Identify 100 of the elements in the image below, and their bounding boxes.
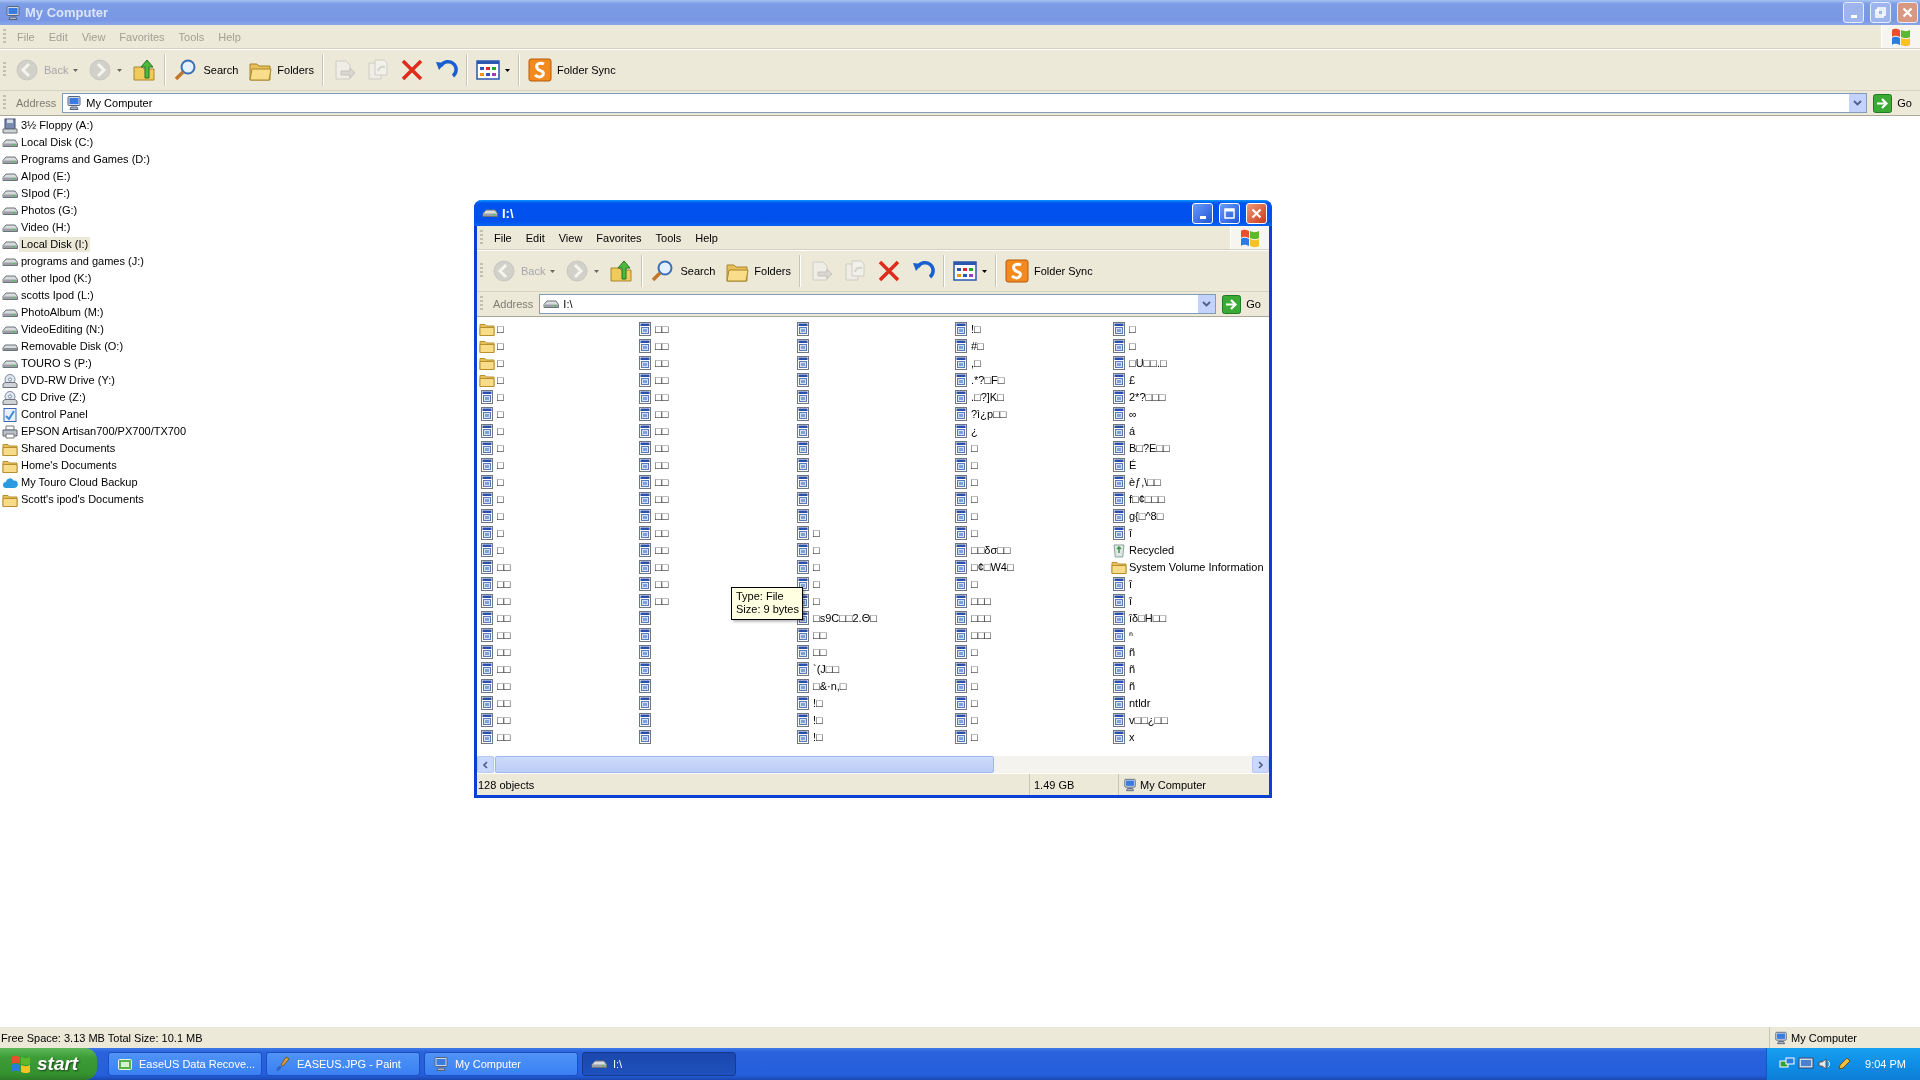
list-item[interactable]: □□	[637, 592, 669, 609]
list-item[interactable]: 3½ Floppy (A:)	[2, 117, 96, 134]
list-item[interactable]: □□	[795, 626, 827, 643]
list-item[interactable]: □□	[637, 405, 669, 422]
list-item[interactable]: EPSON Artisan700/PX700/TX700	[2, 423, 189, 440]
list-item[interactable]: î	[1111, 592, 1133, 609]
go-button[interactable]: Go	[1871, 92, 1918, 114]
list-item[interactable]: Recycled	[1111, 541, 1175, 558]
list-item[interactable]: scotts Ipod (L:)	[2, 287, 96, 304]
list-item[interactable]: □□	[637, 558, 669, 575]
list-item[interactable]: □□	[637, 456, 669, 473]
list-item[interactable]: □□	[637, 371, 669, 388]
list-item[interactable]: □□	[637, 541, 669, 558]
list-item[interactable]: □□	[637, 490, 669, 507]
list-item[interactable]: programs and games (J:)	[2, 253, 146, 270]
list-item[interactable]: □□	[479, 728, 511, 745]
start-button[interactable]: start	[0, 1048, 97, 1080]
search-button[interactable]: Search	[169, 53, 244, 87]
list-item[interactable]: □	[953, 439, 978, 456]
list-item[interactable]: î	[1111, 524, 1133, 541]
list-item[interactable]: □	[953, 728, 978, 745]
list-item[interactable]: AIpod (E:)	[2, 168, 73, 185]
list-item[interactable]: TOURO S (P:)	[2, 355, 94, 372]
list-item[interactable]: Local Disk (C:)	[2, 134, 96, 151]
menu-item[interactable]: Help	[688, 229, 725, 246]
list-item[interactable]: □	[953, 660, 978, 677]
list-item[interactable]: !□	[795, 711, 823, 728]
list-item[interactable]: Video (H:)	[2, 219, 73, 236]
list-item[interactable]: □	[953, 524, 978, 541]
list-item[interactable]: □□	[479, 592, 511, 609]
list-item[interactable]: ñ	[1111, 677, 1136, 694]
list-item[interactable]: .*?□F□	[953, 371, 1005, 388]
list-item[interactable]: □□	[479, 643, 511, 660]
list-item[interactable]: Scott's ipod's Documents	[2, 491, 146, 508]
list-item[interactable]: □□	[637, 388, 669, 405]
list-item[interactable]: □□	[479, 711, 511, 728]
list-item[interactable]: èƒ,\□□	[1111, 473, 1161, 490]
list-item[interactable]: □□	[637, 320, 669, 337]
list-item[interactable]: Photos (G:)	[2, 202, 80, 219]
list-item[interactable]: □	[479, 507, 504, 524]
list-item[interactable]: System Volume Information	[1111, 558, 1264, 575]
list-item[interactable]: □	[1111, 320, 1136, 337]
folders-button[interactable]: Folders	[720, 254, 796, 288]
list-item[interactable]: □	[953, 643, 978, 660]
list-item[interactable]: ,□	[953, 354, 981, 371]
list-item[interactable]: .□?]K□	[953, 388, 1004, 405]
list-item[interactable]: !□	[795, 694, 823, 711]
list-item[interactable]: Shared Documents	[2, 440, 118, 457]
list-item[interactable]: Programs and Games (D:)	[2, 151, 152, 168]
list-item[interactable]: `(J□□	[795, 660, 840, 677]
list-item[interactable]: □□	[637, 507, 669, 524]
list-item[interactable]: DVD-RW Drive (Y:)	[2, 372, 117, 389]
list-item[interactable]: ¿	[953, 422, 978, 439]
search-button[interactable]: Search	[646, 254, 721, 288]
list-item[interactable]: Removable Disk (O:)	[2, 338, 126, 355]
menu-item[interactable]: Tools	[648, 229, 689, 246]
list-item[interactable]: □	[479, 422, 504, 439]
menu-item[interactable]: Favorites	[589, 229, 649, 246]
list-item[interactable]: □□□	[953, 592, 991, 609]
list-item[interactable]: v□□¿□□	[1111, 711, 1168, 728]
list-item[interactable]: VideoEditing (N:)	[2, 321, 106, 338]
list-item[interactable]: □	[479, 473, 504, 490]
list-item[interactable]: □□□	[953, 626, 991, 643]
list-item[interactable]: ⁿ	[1111, 626, 1133, 643]
list-item[interactable]: □	[795, 558, 820, 575]
list-item[interactable]: □	[795, 524, 820, 541]
menu-item[interactable]: Edit	[518, 229, 552, 246]
list-item[interactable]: □□	[479, 677, 511, 694]
list-item[interactable]: á	[1111, 422, 1136, 439]
list-item[interactable]: □	[479, 337, 504, 354]
list-item[interactable]: □□	[479, 575, 511, 592]
folder-sync-button[interactable]: Folder Sync	[1000, 254, 1098, 288]
list-item[interactable]: ñ	[1111, 660, 1136, 677]
list-item[interactable]: My Touro Cloud Backup	[2, 474, 140, 491]
list-item[interactable]: CD Drive (Z:)	[2, 389, 88, 406]
list-item[interactable]: □□	[479, 558, 511, 575]
list-item[interactable]: □&·n,□	[795, 677, 847, 694]
list-item[interactable]: f□¢□□□	[1111, 490, 1165, 507]
list-item[interactable]: □□	[637, 422, 669, 439]
list-item[interactable]: □□	[479, 694, 511, 711]
list-item[interactable]: □□	[479, 609, 511, 626]
list-item[interactable]: □	[953, 711, 978, 728]
list-item[interactable]: □□	[637, 575, 669, 592]
list-item[interactable]: □□□	[953, 609, 991, 626]
list-item[interactable]: □	[479, 490, 504, 507]
list-item[interactable]: îδ□H□□	[1111, 609, 1167, 626]
list-item[interactable]: □□	[637, 354, 669, 371]
go-button[interactable]: Go	[1220, 293, 1267, 315]
list-item[interactable]: □¢□W4□	[953, 558, 1014, 575]
list-item[interactable]: □□	[795, 643, 827, 660]
folder-sync-button[interactable]: Folder Sync	[523, 53, 621, 87]
address-field[interactable]: I:\	[539, 294, 1217, 314]
list-item[interactable]: □□	[479, 626, 511, 643]
list-item[interactable]: î	[1111, 575, 1133, 592]
list-item[interactable]: □	[479, 456, 504, 473]
list-item[interactable]: □	[479, 354, 504, 371]
list-item[interactable]: SIpod (F:)	[2, 185, 72, 202]
list-item[interactable]: □□δσ□□	[953, 541, 1011, 558]
list-item[interactable]: £	[1111, 371, 1136, 388]
list-item[interactable]: □	[479, 439, 504, 456]
